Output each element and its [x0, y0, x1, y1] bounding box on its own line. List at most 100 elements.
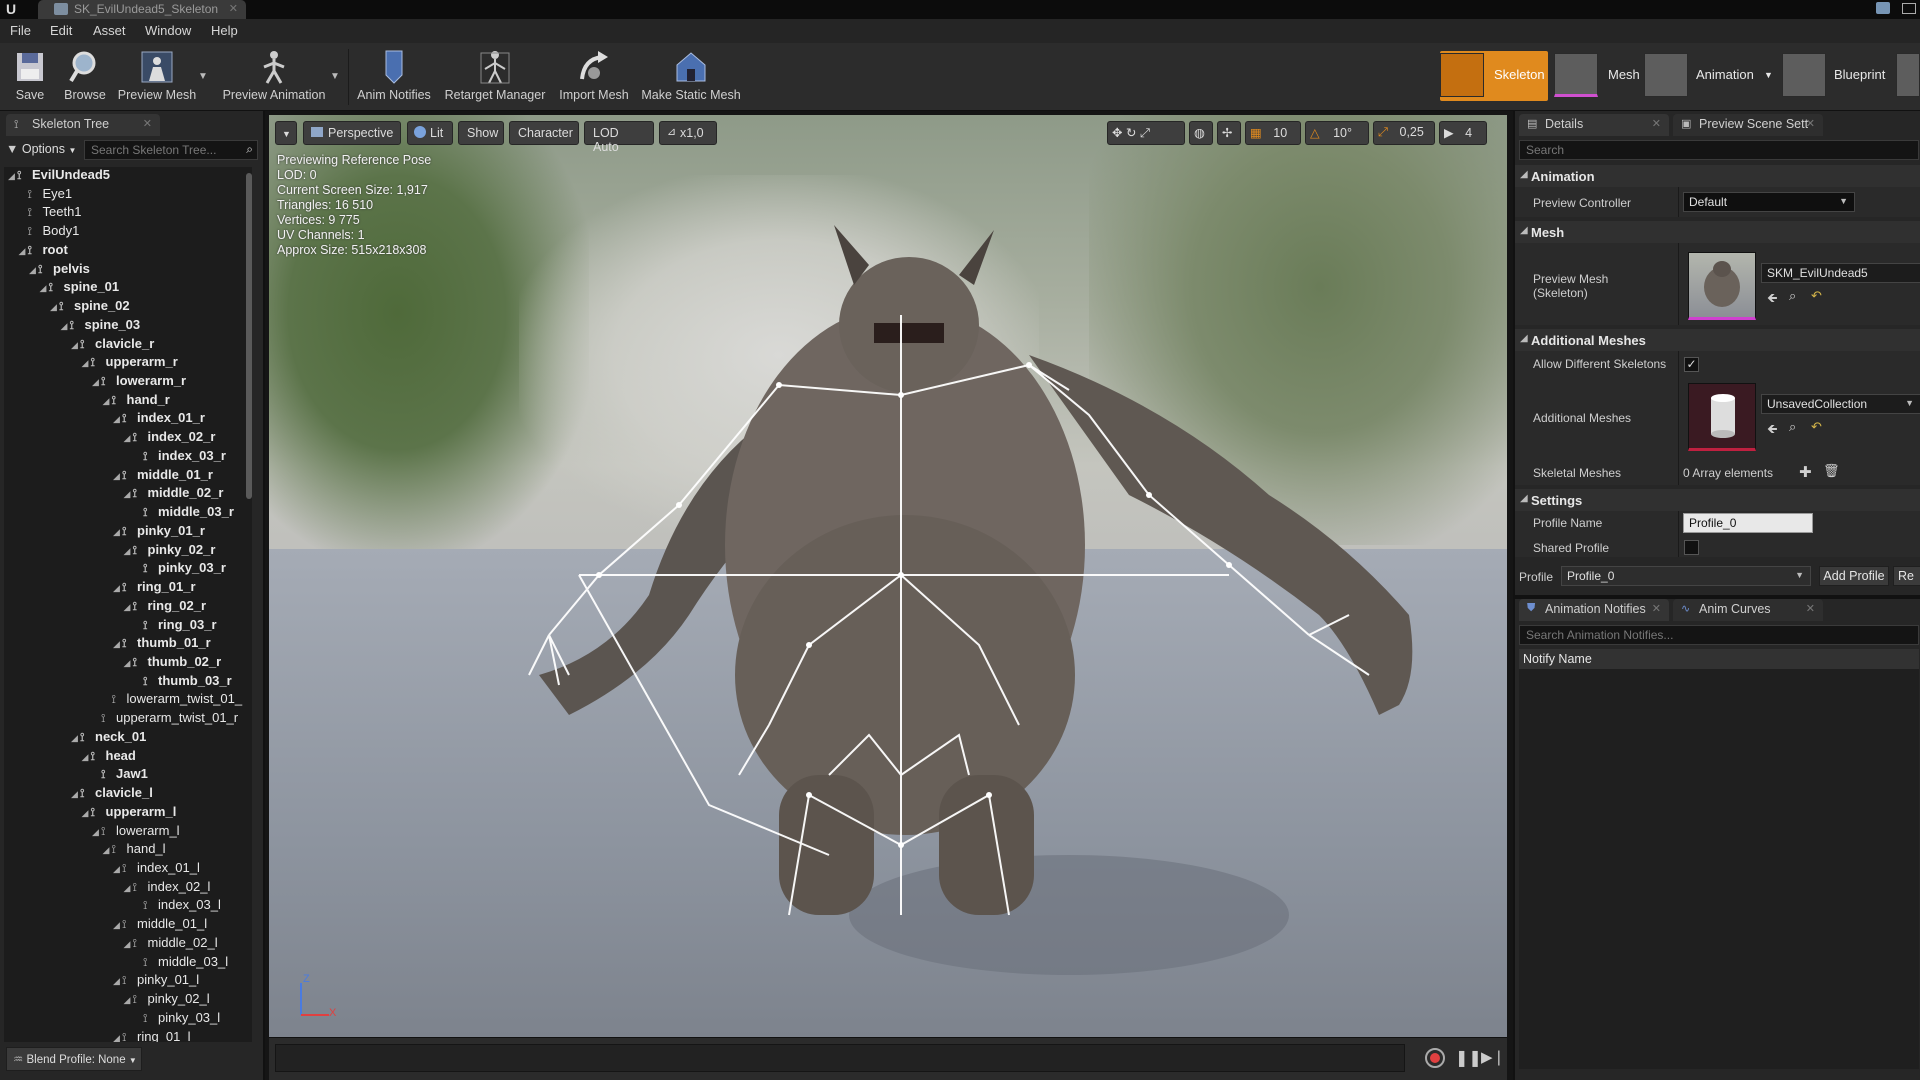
tree-row-bone[interactable]: ◢ ⟟ spine_01: [40, 279, 120, 298]
tree-row-bone[interactable]: ◢ ⟟ pinky_01_r: [113, 523, 205, 542]
tree-row-bone[interactable]: ⟟ middle_03_l: [134, 954, 228, 973]
mode-mesh-button[interactable]: Mesh: [1554, 51, 1640, 101]
section-mesh[interactable]: ◢ Mesh: [1515, 221, 1920, 243]
blend-profile-dropdown[interactable]: ♒ Blend Profile: None ▼: [6, 1047, 142, 1071]
expand-triangle-icon[interactable]: ◢: [113, 864, 122, 875]
section-additional-meshes[interactable]: ◢ Additional Meshes: [1515, 329, 1920, 351]
expand-triangle-icon[interactable]: ◢: [61, 321, 70, 332]
browse-button[interactable]: Browse: [60, 47, 110, 107]
tree-row-bone[interactable]: ◢ ⟟ hand_l: [103, 841, 166, 860]
expand-triangle-icon[interactable]: ◢: [113, 976, 122, 987]
remove-profile-button[interactable]: Re: [1893, 566, 1920, 586]
expand-triangle-icon[interactable]: ◢: [71, 340, 80, 351]
close-tab-icon[interactable]: ✕: [1652, 602, 1661, 615]
expand-triangle-icon[interactable]: ◢: [124, 995, 133, 1006]
tree-row-bone[interactable]: ◢ ⟟ middle_01_l: [113, 916, 207, 935]
surface-snap-toggle[interactable]: ✢: [1217, 121, 1241, 145]
lod-auto-button[interactable]: LOD Auto: [584, 121, 654, 154]
mode-animation-button[interactable]: Animation ▼: [1644, 51, 1774, 101]
preview-animation-dropdown-icon[interactable]: ▼: [330, 71, 340, 82]
tree-row-bone[interactable]: ⟟ index_03_r: [134, 448, 226, 467]
tree-row-bone[interactable]: ⟟ Body1: [19, 223, 80, 242]
browse-search-icon[interactable]: ⌕: [1789, 288, 1796, 304]
preview-mesh-asset-field[interactable]: SKM_EvilUndead5: [1761, 263, 1920, 283]
tree-row-bone[interactable]: ◢ ⟟ root: [19, 242, 68, 261]
expand-triangle-icon[interactable]: ◢: [50, 302, 59, 313]
tree-row-bone[interactable]: ⟟ Teeth1: [19, 204, 82, 223]
menu-file[interactable]: File: [10, 23, 31, 38]
tree-row-bone[interactable]: ◢ ⟟ thumb_02_r: [124, 654, 222, 673]
expand-triangle-icon[interactable]: ◢: [103, 845, 112, 856]
tree-row-bone[interactable]: ◢ ⟟ upperarm_r: [82, 354, 178, 373]
window-restore-icon[interactable]: [1902, 3, 1916, 14]
perspective-button[interactable]: Perspective: [303, 121, 401, 145]
tree-row-bone[interactable]: ◢ ⟟ ring_01_r: [113, 579, 196, 598]
expand-triangle-icon[interactable]: ◢: [124, 883, 133, 894]
menu-help[interactable]: Help: [211, 23, 238, 38]
tree-row-bone[interactable]: ◢ ⟟ index_02_r: [124, 429, 216, 448]
tree-row-bone[interactable]: ◢ ⟟ lowerarm_r: [92, 373, 186, 392]
expand-triangle-icon[interactable]: ◢: [113, 527, 122, 538]
tree-row-bone[interactable]: ◢ ⟟ pinky_01_l: [113, 972, 199, 991]
close-tab-icon[interactable]: ✕: [1652, 117, 1661, 130]
tree-row-bone[interactable]: ◢ ⟟ upperarm_l: [82, 804, 177, 823]
tree-row-bone[interactable]: ◢ ⟟ lowerarm_l: [92, 823, 180, 842]
scale-snap-control[interactable]: ⤢ 0,25: [1373, 121, 1435, 145]
mode-skeleton-button[interactable]: Skeleton: [1440, 51, 1548, 101]
tree-row-bone[interactable]: ◢ ⟟ thumb_01_r: [113, 635, 211, 654]
expand-triangle-icon[interactable]: ◢: [124, 546, 133, 557]
animation-dropdown-icon[interactable]: ▼: [1764, 70, 1773, 80]
expand-triangle-icon[interactable]: ◢: [92, 827, 101, 838]
tree-row-bone[interactable]: ⟟ Jaw1: [92, 766, 148, 785]
step-forward-icon[interactable]: ▶❘: [1481, 1048, 1505, 1066]
save-button[interactable]: Save: [8, 47, 52, 107]
profile-name-input[interactable]: Profile_0: [1683, 513, 1813, 533]
mode-extra-button[interactable]: [1896, 51, 1920, 101]
add-profile-button[interactable]: Add Profile: [1819, 566, 1889, 586]
tree-row-bone[interactable]: ⟟ lowerarm_twist_01_: [103, 691, 243, 710]
tab-animation-notifies[interactable]: ⛊ Animation Notifies ✕: [1519, 599, 1669, 621]
import-mesh-button[interactable]: Import Mesh: [556, 47, 632, 107]
window-minimize-icon[interactable]: [1876, 2, 1890, 14]
use-selected-arrow-icon[interactable]: 🡸: [1767, 420, 1778, 442]
tree-row-bone[interactable]: ⟟ middle_03_r: [134, 504, 234, 523]
expand-triangle-icon[interactable]: ◢: [124, 489, 133, 500]
preview-mesh-dropdown-icon[interactable]: ▼: [198, 71, 208, 82]
tab-skeleton-tree[interactable]: ⟟ Skeleton Tree ✕: [6, 114, 160, 136]
expand-triangle-icon[interactable]: ◢: [113, 920, 122, 931]
menu-edit[interactable]: Edit: [50, 23, 72, 38]
tab-anim-curves[interactable]: ∿ Anim Curves ✕: [1673, 599, 1823, 621]
viewport[interactable]: ▼ Perspective Lit Show Character LOD Aut…: [269, 115, 1507, 1037]
notify-name-column-header[interactable]: Notify Name: [1519, 649, 1919, 669]
expand-triangle-icon[interactable]: ◢: [113, 583, 122, 594]
pause-icon[interactable]: ❚❚: [1455, 1048, 1482, 1068]
tree-row-bone[interactable]: ◢ ⟟ EvilUndead5: [8, 167, 110, 186]
tree-row-bone[interactable]: ⟟ Eye1: [19, 186, 73, 205]
trash-icon[interactable]: 🗑: [1823, 463, 1840, 479]
preview-mesh-thumbnail[interactable]: [1688, 252, 1756, 320]
tab-preview-scene-settings[interactable]: ▣ Preview Scene Sett ✕: [1673, 114, 1823, 136]
document-tab[interactable]: SK_EvilUndead5_Skeleton ✕: [38, 0, 246, 19]
tree-row-bone[interactable]: ◢ ⟟ pinky_02_l: [124, 991, 210, 1010]
options-dropdown[interactable]: ▼ Options ▼: [6, 140, 78, 160]
add-element-plus-icon[interactable]: ✚: [1799, 463, 1812, 481]
additional-meshes-dropdown[interactable]: UnsavedCollection ▼: [1761, 394, 1920, 414]
expand-triangle-icon[interactable]: ◢: [8, 171, 17, 182]
tree-row-bone[interactable]: ⟟ pinky_03_l: [134, 1010, 220, 1029]
playback-speed-button[interactable]: ⊿ x1,0: [659, 121, 717, 145]
expand-triangle-icon[interactable]: ◢: [71, 733, 80, 744]
scale-tool-icon[interactable]: ⤢: [1140, 126, 1150, 140]
expand-triangle-icon[interactable]: ◢: [113, 414, 122, 425]
lit-button[interactable]: Lit: [407, 121, 453, 145]
tree-row-bone[interactable]: ◢ ⟟ spine_02: [50, 298, 130, 317]
tree-row-bone[interactable]: ◢ ⟟ index_01_r: [113, 410, 205, 429]
tree-row-bone[interactable]: ◢ ⟟ spine_03: [61, 317, 141, 336]
tree-row-bone[interactable]: ◢ ⟟ middle_01_r: [113, 467, 213, 486]
expand-triangle-icon[interactable]: ◢: [82, 358, 91, 369]
viewport-options-button[interactable]: ▼: [275, 121, 297, 145]
expand-triangle-icon[interactable]: ◢: [124, 939, 133, 950]
tree-row-bone[interactable]: ◢ ⟟ clavicle_r: [71, 336, 154, 355]
details-search-input[interactable]: Search: [1519, 140, 1919, 160]
tree-row-bone[interactable]: ⟟ pinky_03_r: [134, 560, 226, 579]
tab-details[interactable]: ▤ Details ✕: [1519, 114, 1669, 136]
